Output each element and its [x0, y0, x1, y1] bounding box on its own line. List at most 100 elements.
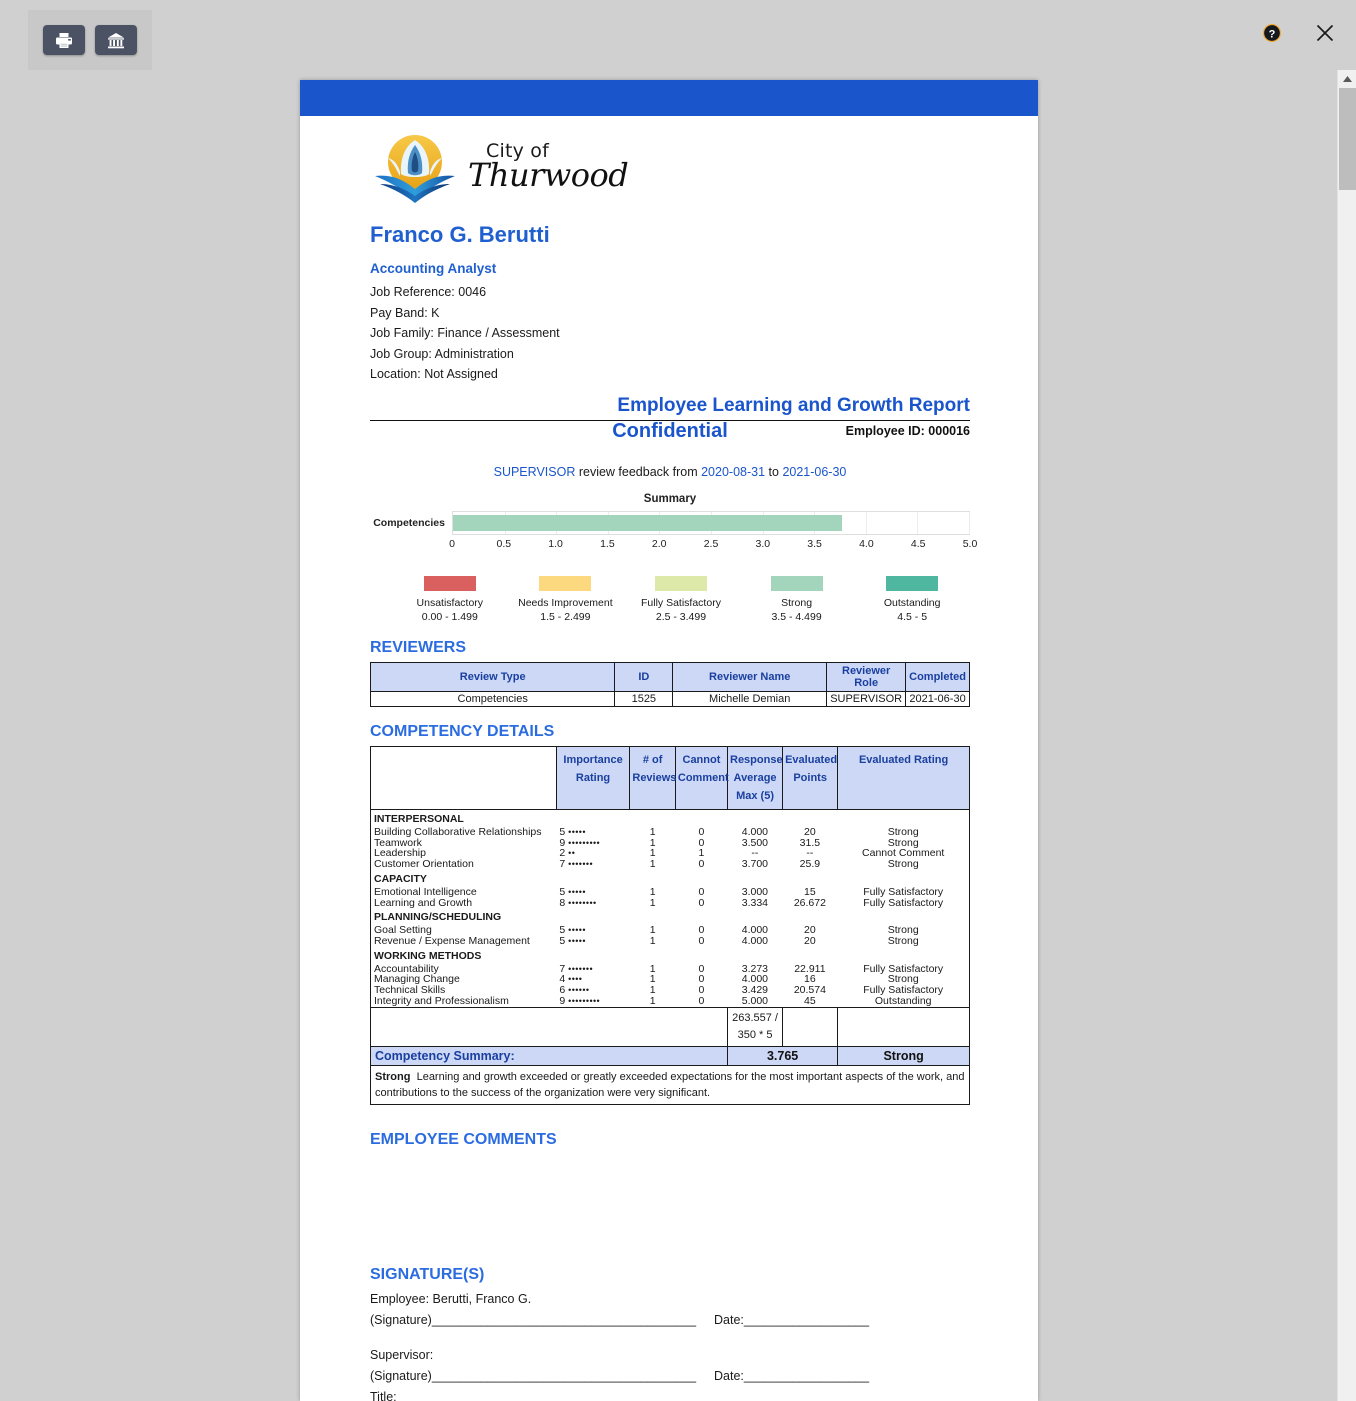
competency-col-reviews: # of Reviews [629, 745, 676, 810]
chart-tick-label: 1.0 [548, 537, 563, 550]
competency-name: Emotional Intelligence [374, 885, 477, 898]
signature-rule-employee[interactable]: ______________________________________ [432, 1310, 696, 1331]
table-row: Accountability 7 ••••••• 1 0 3.273 22.911 Full… [371, 963, 969, 975]
competency-name: Learning and Growth [374, 896, 473, 909]
competency-evaluated-points: 26.672 [793, 896, 826, 909]
competency-category-row: INTERPERSONAL [371, 810, 969, 827]
table-row: Integrity and Professionalism 9 •••••••••… [371, 996, 969, 1007]
date-rule-employee[interactable]: __________________ [744, 1310, 869, 1331]
employee-comments-area[interactable] [370, 1154, 970, 1250]
printer-icon [55, 32, 73, 49]
signature-employee-name: Employee: Berutti, Franco G. [370, 1291, 532, 1306]
competency-description-term: Strong [375, 1070, 411, 1083]
chart-tick-label: 4.0 [859, 537, 874, 550]
signature-supervisor-row: (Signature) ____________________________… [370, 1366, 970, 1387]
competency-cannot-comment-count: 0 [698, 825, 705, 838]
scroll-up-arrow-icon[interactable] [1338, 70, 1356, 87]
chart-gridline [865, 511, 867, 534]
reviewer-id: 1525 [614, 690, 674, 707]
date-label-supervisor: Date: [714, 1368, 744, 1383]
competency-category-row: CAPACITY [371, 870, 969, 887]
page-accent-bar [300, 80, 1038, 116]
employee-job-group: Job Group: Administration [370, 346, 514, 361]
competency-col-response-average: Response Average Max (5) [726, 745, 784, 810]
chart-category-label: Competencies [373, 516, 445, 529]
signature-supervisor-label: Supervisor: [370, 1347, 434, 1362]
calc-denominator: 350 * 5 [737, 1028, 773, 1041]
reviewers-header-row: Review Type ID Reviewer Name Reviewer Ro… [369, 661, 970, 692]
legend-item: Outstanding 4.5 - 5 [854, 575, 970, 623]
legend-item: Fully Satisfactory 2.5 - 3.499 [623, 575, 739, 623]
review-role: SUPERVISOR [493, 464, 576, 479]
competency-body-row: INTERPERSONAL Building Collaborative Rela… [370, 808, 970, 1008]
competency-details-table: Importance Rating # of Reviews Cannot Comme… [370, 745, 970, 1105]
signature-rule-supervisor[interactable]: ______________________________________ [432, 1366, 696, 1387]
competency-evaluated-points: 25.9 [799, 858, 821, 871]
viewer-window-controls: ? [1262, 22, 1336, 44]
brand-text: City of Thurwood [468, 141, 629, 197]
vertical-scrollbar[interactable] [1337, 70, 1356, 1401]
competency-evaluated-rating: Fully Satisfactory [863, 885, 944, 898]
competency-response-average: 3.334 [741, 896, 769, 909]
scrollbar-thumb[interactable] [1339, 88, 1356, 190]
competency-cannot-comment-count: 0 [698, 896, 705, 909]
competency-col-importance: Importance Rating [555, 745, 631, 810]
competency-importance-rating: 5 ••••• [559, 885, 586, 898]
legend-range: 4.5 - 5 [897, 610, 928, 623]
competency-cannot-comment-count: 0 [698, 994, 705, 1007]
competency-response-average: 3.700 [741, 858, 769, 871]
letterhead: City of Thurwood [370, 130, 970, 208]
reviewers-heading: REVIEWERS [370, 638, 467, 656]
svg-text:?: ? [1269, 28, 1276, 40]
competency-category-row: PLANNING/SCHEDULING [371, 908, 969, 925]
competency-evaluated-rating: Strong [887, 934, 919, 947]
employee-name: Franco G. Berutti [370, 222, 550, 247]
reviewer-completed: 2021-06-30 [905, 690, 970, 707]
reviewers-col-id: ID [614, 661, 674, 692]
archive-button[interactable] [95, 25, 137, 55]
employee-job-reference: Job Reference: 0046 [370, 285, 487, 299]
legend-item: Strong 3.5 - 4.499 [739, 575, 855, 623]
reviewer-role: SUPERVISOR [826, 690, 907, 707]
legend-swatch [770, 575, 823, 591]
help-icon[interactable]: ? [1262, 23, 1282, 43]
competency-reviews-count: 1 [649, 858, 656, 871]
reviewers-table: Review Type ID Reviewer Name Reviewer Ro… [369, 661, 970, 707]
competency-calculation: 263.557 / 350 * 5 [726, 1006, 784, 1047]
signatures-heading: SIGNATURE(S) [370, 1265, 485, 1283]
chart-tick-label: 4.5 [910, 537, 926, 550]
competency-evaluated-rating: Fully Satisfactory [863, 896, 944, 909]
signature-label-employee: (Signature) [370, 1312, 432, 1327]
legend-label: Fully Satisfactory [641, 596, 721, 609]
chart-tick-label: 0.5 [496, 537, 512, 550]
review-from-date: 2020-08-31 [701, 464, 766, 479]
reviewers-col-name: Reviewer Name [672, 661, 828, 692]
chart-tick-label: 3.5 [807, 537, 822, 550]
competency-evaluated-points: 20 [804, 825, 816, 838]
competency-category-row: WORKING METHODS [371, 947, 969, 964]
legend-swatch [654, 575, 707, 591]
competency-evaluated-points: 15 [804, 885, 816, 898]
date-rule-supervisor[interactable]: __________________ [744, 1366, 869, 1387]
employee-pay-band: Pay Band: K [370, 305, 440, 320]
competency-reviews-count: 1 [649, 934, 656, 947]
legend-range: 3.5 - 4.499 [771, 610, 822, 623]
competency-details-heading: COMPETENCY DETAILS [370, 722, 555, 740]
competency-summary-label: Competency Summary: [370, 1045, 728, 1066]
competency-col-blank [370, 745, 557, 810]
competency-body-cell: INTERPERSONAL Building Collaborative Rela… [370, 808, 970, 1008]
brand-org-name: Thurwood [468, 155, 629, 194]
table-row: Customer Orientation 7 ••••••• 1 0 3.700 25.9… [371, 859, 969, 870]
document-page: City of Thurwood Franco G. Berutti Accou… [300, 80, 1038, 1401]
competency-rows-grid: INTERPERSONAL Building Collaborative Rela… [371, 810, 969, 1007]
close-icon[interactable] [1314, 22, 1336, 44]
competency-reviews-count: 1 [649, 885, 656, 898]
competency-importance-rating: 8 •••••••• [559, 896, 597, 909]
print-button[interactable] [43, 25, 85, 55]
viewer-toolbar [28, 10, 152, 70]
legend-item: Needs Improvement 1.5 - 2.499 [508, 575, 624, 623]
employee-job-family: Job Family: Finance / Assessment [370, 326, 560, 341]
competency-col-evaluated-points: Evaluated Points [782, 745, 839, 810]
chart-gridline [969, 511, 970, 534]
chart-tick-label: 3.0 [755, 537, 771, 550]
